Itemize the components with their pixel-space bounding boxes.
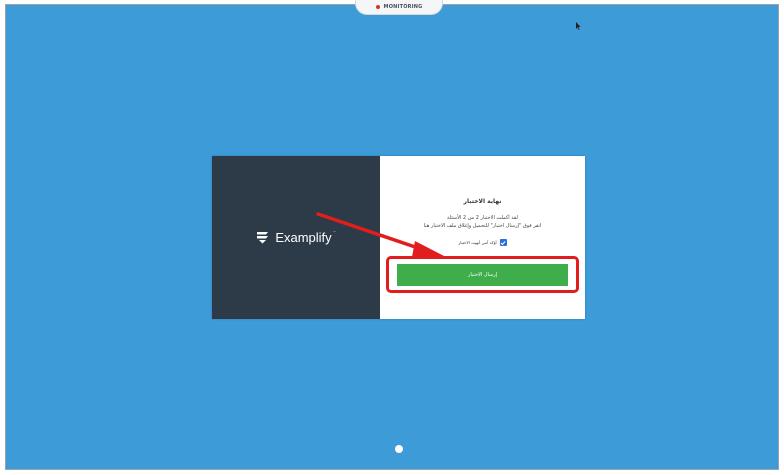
page-indicator-dot[interactable] (395, 445, 403, 453)
exam-end-panel: نهاية الاختبار لقد أكملت الاختبار 2 من 2… (380, 156, 585, 319)
monitoring-indicator[interactable]: MONITORING (355, 0, 443, 15)
brand-panel: Examplify™ (212, 156, 380, 319)
mouse-cursor-icon (576, 22, 581, 30)
exam-end-title: نهاية الاختبار (463, 198, 502, 205)
submit-instruction: انقر فوق "إرسال اختبار" للتحميل وإغلاق م… (423, 223, 542, 229)
confirm-label: أؤكد أنني أنهيت الاختبار (458, 240, 497, 245)
confirm-checkbox[interactable] (499, 239, 507, 246)
submit-exam-button[interactable]: إرسال الاختبار (397, 263, 568, 286)
examplify-logo-icon (257, 232, 269, 244)
monitoring-label: MONITORING (383, 4, 423, 10)
completion-message: لقد أكملت الاختبار 2 من 2 الأسئلة (447, 215, 518, 221)
exam-end-dialog: Examplify™ نهاية الاختبار لقد أكملت الاخ… (212, 156, 585, 319)
brand-name: Examplify™ (275, 230, 336, 245)
check-icon (500, 240, 506, 245)
recording-dot-icon (375, 5, 380, 9)
confirm-row: أؤكد أنني أنهيت الاختبار (380, 239, 585, 246)
submit-highlight-box: إرسال الاختبار (386, 256, 579, 293)
